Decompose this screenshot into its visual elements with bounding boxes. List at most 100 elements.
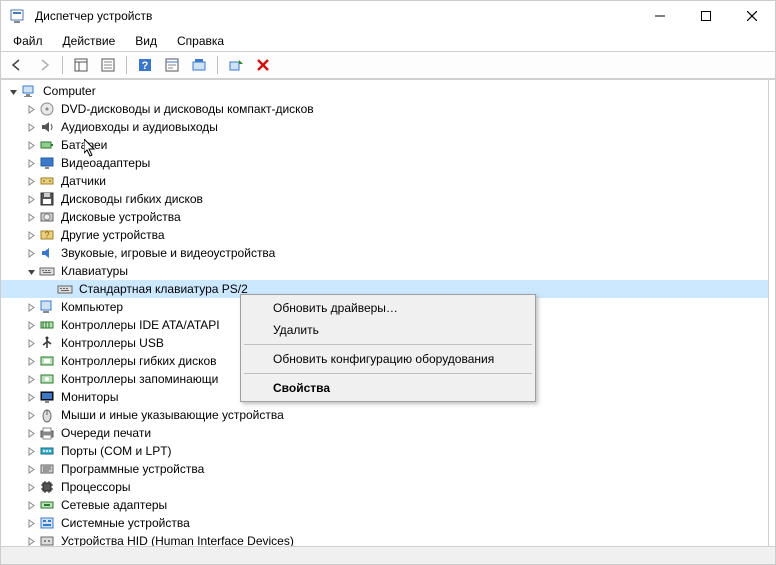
expand-icon[interactable] <box>23 209 39 225</box>
tree-category[interactable]: Дисководы гибких дисков <box>1 190 768 208</box>
expand-icon[interactable] <box>23 191 39 207</box>
tree-category[interactable]: Устройства HID (Human Interface Devices) <box>1 532 768 546</box>
tree-category[interactable]: Порты (COM и LPT) <box>1 442 768 460</box>
expand-icon[interactable] <box>23 245 39 261</box>
show-hide-tree-button[interactable] <box>69 53 93 77</box>
usb-icon <box>39 335 55 351</box>
tree-item-label: Программные устройства <box>59 462 206 476</box>
expand-icon[interactable] <box>23 371 39 387</box>
tree-category[interactable]: Звуковые, игровые и видеоустройства <box>1 244 768 262</box>
expand-icon[interactable] <box>23 155 39 171</box>
tree-category[interactable]: Мыши и иные указывающие устройства <box>1 406 768 424</box>
expand-icon[interactable] <box>23 407 39 423</box>
tree-item-label: Порты (COM и LPT) <box>59 444 174 458</box>
svg-text:?: ? <box>44 230 49 240</box>
tree-item-label: Батареи <box>59 138 109 152</box>
expand-icon[interactable] <box>23 353 39 369</box>
tree-item-label: DVD-дисководы и дисководы компакт-дисков <box>59 102 316 116</box>
collapse-icon[interactable] <box>23 263 39 279</box>
titlebar: Диспетчер устройств <box>1 1 775 31</box>
tree-category[interactable]: Клавиатуры <box>1 262 768 280</box>
ctx-properties[interactable]: Свойства <box>243 377 533 399</box>
menu-view[interactable]: Вид <box>131 32 161 50</box>
forward-button[interactable] <box>32 53 56 77</box>
soft-icon <box>39 461 55 477</box>
tree-category[interactable]: Видеоадаптеры <box>1 154 768 172</box>
sys-icon <box>39 515 55 531</box>
context-menu: Обновить драйверы… Удалить Обновить конф… <box>240 294 536 402</box>
expand-icon[interactable] <box>23 227 39 243</box>
update-driver-button[interactable] <box>187 53 211 77</box>
menu-file[interactable]: Файл <box>9 32 47 50</box>
tree-item-label: Computer <box>41 84 98 98</box>
floppyctl-icon <box>39 353 55 369</box>
tree-item-label: Видеоадаптеры <box>59 156 152 170</box>
tree-category[interactable]: Процессоры <box>1 478 768 496</box>
expand-icon[interactable] <box>23 533 39 546</box>
expand-icon[interactable] <box>23 443 39 459</box>
tree-category[interactable]: Батареи <box>1 136 768 154</box>
tree-item-label: Контроллеры USB <box>59 336 166 350</box>
tree-item-label: Компьютер <box>59 300 125 314</box>
audio-icon <box>39 119 55 135</box>
tree-category[interactable]: DVD-дисководы и дисководы компакт-дисков <box>1 100 768 118</box>
tree-category[interactable]: Датчики <box>1 172 768 190</box>
expand-icon[interactable] <box>23 137 39 153</box>
tree-category[interactable]: Программные устройства <box>1 460 768 478</box>
svg-text:?: ? <box>142 60 149 72</box>
expand-icon[interactable] <box>23 173 39 189</box>
tree-category[interactable]: Очереди печати <box>1 424 768 442</box>
tree-root[interactable]: Computer <box>1 82 768 100</box>
menu-action[interactable]: Действие <box>59 32 120 50</box>
expand-icon[interactable] <box>23 101 39 117</box>
expand-icon[interactable] <box>23 299 39 315</box>
tree-item-label: Мыши и иные указывающие устройства <box>59 408 286 422</box>
disc-icon <box>39 101 55 117</box>
tree-item-label: Очереди печати <box>59 426 153 440</box>
properties-button[interactable] <box>96 53 120 77</box>
floppy-icon <box>39 191 55 207</box>
expand-icon[interactable] <box>23 119 39 135</box>
uninstall-button[interactable] <box>251 53 275 77</box>
tree-item-label: Процессоры <box>59 480 133 494</box>
menu-help[interactable]: Справка <box>173 32 228 50</box>
tree-item-label: Контроллеры гибких дисков <box>59 354 219 368</box>
cpu-icon <box>39 479 55 495</box>
ide-icon <box>39 317 55 333</box>
net-icon <box>39 497 55 513</box>
expand-icon[interactable] <box>23 425 39 441</box>
tree-item-label: Звуковые, игровые и видеоустройства <box>59 246 277 260</box>
ctx-delete[interactable]: Удалить <box>243 319 533 341</box>
expand-icon[interactable] <box>23 389 39 405</box>
collapse-icon[interactable] <box>5 83 21 99</box>
tree-category[interactable]: Системные устройства <box>1 514 768 532</box>
tree-item-label: Устройства HID (Human Interface Devices) <box>59 534 296 546</box>
tree-category[interactable]: ?Другие устройства <box>1 226 768 244</box>
tree-category[interactable]: Дисковые устройства <box>1 208 768 226</box>
computer-icon <box>39 299 55 315</box>
tree-category[interactable]: Аудиовходы и аудиовыходы <box>1 118 768 136</box>
expand-icon[interactable] <box>23 461 39 477</box>
tree-item-label: Дисководы гибких дисков <box>59 192 205 206</box>
expand-icon[interactable] <box>23 479 39 495</box>
app-icon <box>9 8 25 24</box>
help-button[interactable]: ? <box>133 53 157 77</box>
expand-icon[interactable] <box>23 515 39 531</box>
keyboard-icon <box>39 263 55 279</box>
maximize-button[interactable] <box>683 1 729 31</box>
list-view-button[interactable] <box>160 53 184 77</box>
statusbar <box>1 546 775 564</box>
tree-item-label: Клавиатуры <box>59 264 130 278</box>
expand-icon[interactable] <box>23 335 39 351</box>
menubar: Файл Действие Вид Справка <box>1 31 775 51</box>
expand-icon[interactable] <box>23 317 39 333</box>
scan-hardware-button[interactable] <box>224 53 248 77</box>
expand-icon[interactable] <box>23 497 39 513</box>
back-button[interactable] <box>5 53 29 77</box>
tree-category[interactable]: Сетевые адаптеры <box>1 496 768 514</box>
close-button[interactable] <box>729 1 775 31</box>
minimize-button[interactable] <box>637 1 683 31</box>
toolbar: ? <box>1 51 775 79</box>
ctx-update-drivers[interactable]: Обновить драйверы… <box>243 297 533 319</box>
ctx-rescan[interactable]: Обновить конфигурацию оборудования <box>243 348 533 370</box>
